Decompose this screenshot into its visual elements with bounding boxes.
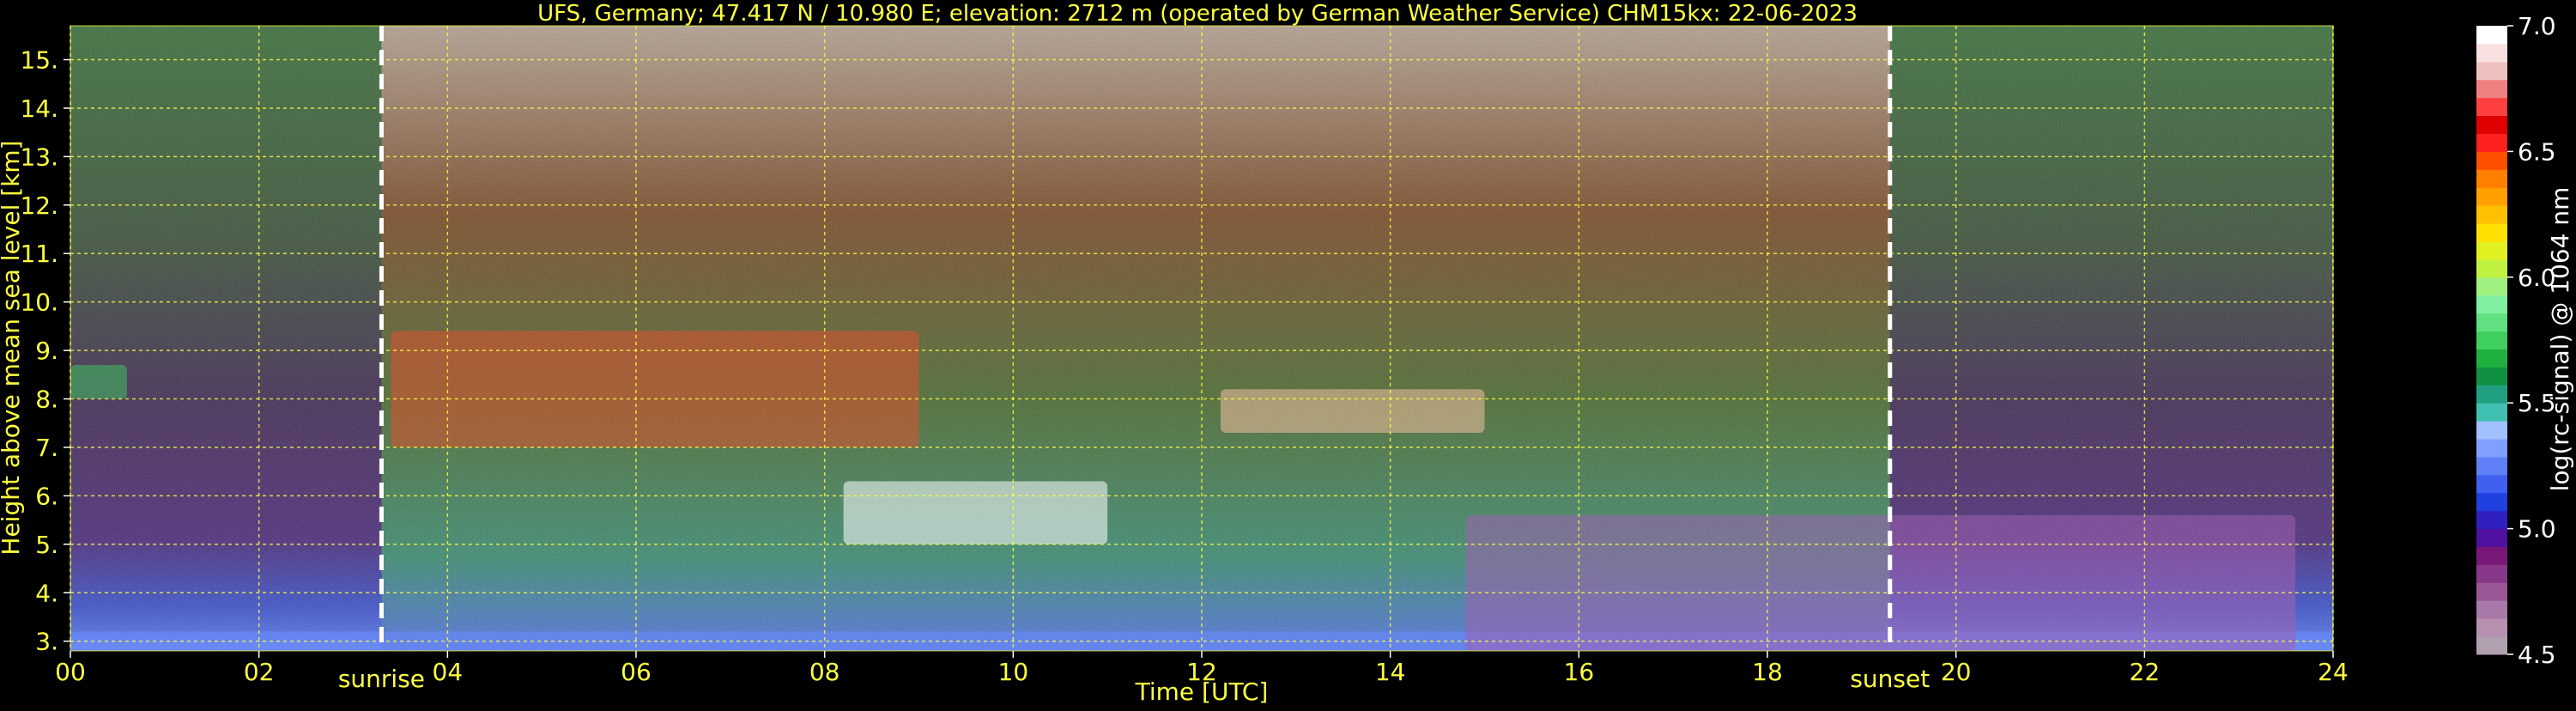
colorbar: 4.55.05.56.06.57.0 bbox=[2476, 12, 2556, 669]
x-tick-label: 20 bbox=[1941, 658, 1972, 686]
colorbar-segment bbox=[2476, 295, 2507, 314]
colorbar-segment bbox=[2476, 43, 2507, 63]
x-tick-label: 00 bbox=[55, 658, 86, 686]
ceilometer-chart: sunrise sunset 00 02 04 06 08 10 12 14 16 18 20 22 24… bbox=[0, 0, 2576, 708]
colorbar-segment bbox=[2476, 151, 2507, 170]
colorbar-segment bbox=[2476, 439, 2507, 458]
y-tick-label: 3. bbox=[35, 628, 58, 656]
colorbar-segment bbox=[2476, 492, 2507, 512]
colorbar-segment bbox=[2476, 97, 2507, 117]
x-axis-label: Time [UTC] bbox=[1135, 678, 1269, 706]
x-tick-label: 24 bbox=[2318, 658, 2349, 686]
colorbar-segment bbox=[2476, 600, 2507, 619]
colorbar-segment bbox=[2476, 456, 2507, 476]
y-tick-label: 11. bbox=[20, 240, 58, 268]
y-tick-label: 10. bbox=[20, 289, 58, 317]
colorbar-segment bbox=[2476, 528, 2507, 548]
colorbar-segment bbox=[2476, 510, 2507, 530]
x-tick-label: 22 bbox=[2130, 658, 2161, 686]
colorbar-tick-label: 6.5 bbox=[2518, 137, 2556, 166]
colorbar-segment bbox=[2476, 349, 2507, 368]
colorbar-segment bbox=[2476, 331, 2507, 349]
y-tick-label: 5. bbox=[35, 531, 58, 559]
colorbar-segment bbox=[2476, 276, 2507, 296]
x-tick-label: 16 bbox=[1564, 658, 1595, 686]
sunset-label: sunset bbox=[1850, 665, 1930, 693]
y-tick-label: 12. bbox=[20, 191, 58, 220]
sunrise-label: sunrise bbox=[338, 665, 425, 693]
colorbar-segment bbox=[2476, 564, 2507, 583]
colorbar-segment bbox=[2476, 582, 2507, 601]
x-tick-label: 10 bbox=[998, 658, 1029, 686]
colorbar-segment bbox=[2476, 385, 2507, 404]
cirrus-layer-early bbox=[70, 365, 127, 399]
y-axis-label: Height above mean sea level [km] bbox=[0, 140, 25, 555]
colorbar-tick-label: 4.5 bbox=[2518, 641, 2556, 669]
colorbar-segment bbox=[2476, 367, 2507, 386]
colorbar-segment bbox=[2476, 169, 2507, 188]
colorbar-segment bbox=[2476, 474, 2507, 494]
colorbar-segment bbox=[2476, 618, 2507, 637]
colorbar-segment bbox=[2476, 133, 2507, 152]
colorbar-segment bbox=[2476, 258, 2507, 278]
colorbar-segment bbox=[2476, 636, 2507, 655]
colorbar-label: log(rc-signal) @ 1064 nm bbox=[2546, 187, 2574, 492]
x-tick-label: 06 bbox=[621, 658, 652, 686]
colorbar-tick-label: 7.0 bbox=[2518, 12, 2556, 40]
colorbar-segment bbox=[2476, 61, 2507, 81]
x-tick-label: 02 bbox=[244, 658, 275, 686]
y-tick-label: 9. bbox=[35, 337, 58, 365]
cirrus-layer-morning bbox=[391, 331, 919, 447]
convective-clouds bbox=[1465, 514, 2296, 651]
colorbar-segment bbox=[2476, 187, 2507, 206]
colorbar-segment bbox=[2476, 403, 2507, 422]
x-tick-label: 04 bbox=[433, 658, 464, 686]
colorbar-segment bbox=[2476, 26, 2507, 45]
x-tick-label: 18 bbox=[1752, 658, 1783, 686]
colorbar-segment bbox=[2476, 421, 2507, 440]
y-tick-label: 15. bbox=[20, 46, 58, 75]
chart-title: UFS, Germany; 47.417 N / 10.980 E; eleva… bbox=[537, 1, 1858, 27]
y-tick-label: 4. bbox=[35, 579, 58, 607]
colorbar-tick-label: 5.0 bbox=[2518, 515, 2556, 544]
colorbar-segment bbox=[2476, 546, 2507, 565]
colorbar-segment bbox=[2476, 223, 2507, 242]
colorbar-segment bbox=[2476, 240, 2507, 260]
colorbar-segment bbox=[2476, 313, 2507, 332]
y-tick-label: 13. bbox=[20, 143, 58, 171]
colorbar-segment bbox=[2476, 205, 2507, 224]
y-tick-label: 14. bbox=[20, 94, 58, 123]
x-tick-label: 08 bbox=[809, 658, 840, 686]
y-tick-label: 6. bbox=[35, 482, 58, 510]
x-tick-label: 14 bbox=[1375, 658, 1406, 686]
cloud-layer-midday bbox=[843, 481, 1108, 544]
cloud-layer-afternoon bbox=[1220, 389, 1485, 434]
y-tick-label: 7. bbox=[35, 434, 58, 462]
colorbar-segment bbox=[2476, 115, 2507, 134]
chart-svg: sunrise sunset 00 02 04 06 08 10 12 14 16 18 20 22 24… bbox=[0, 1, 2574, 706]
colorbar-segment bbox=[2476, 79, 2507, 99]
y-tick-label: 8. bbox=[35, 386, 58, 414]
